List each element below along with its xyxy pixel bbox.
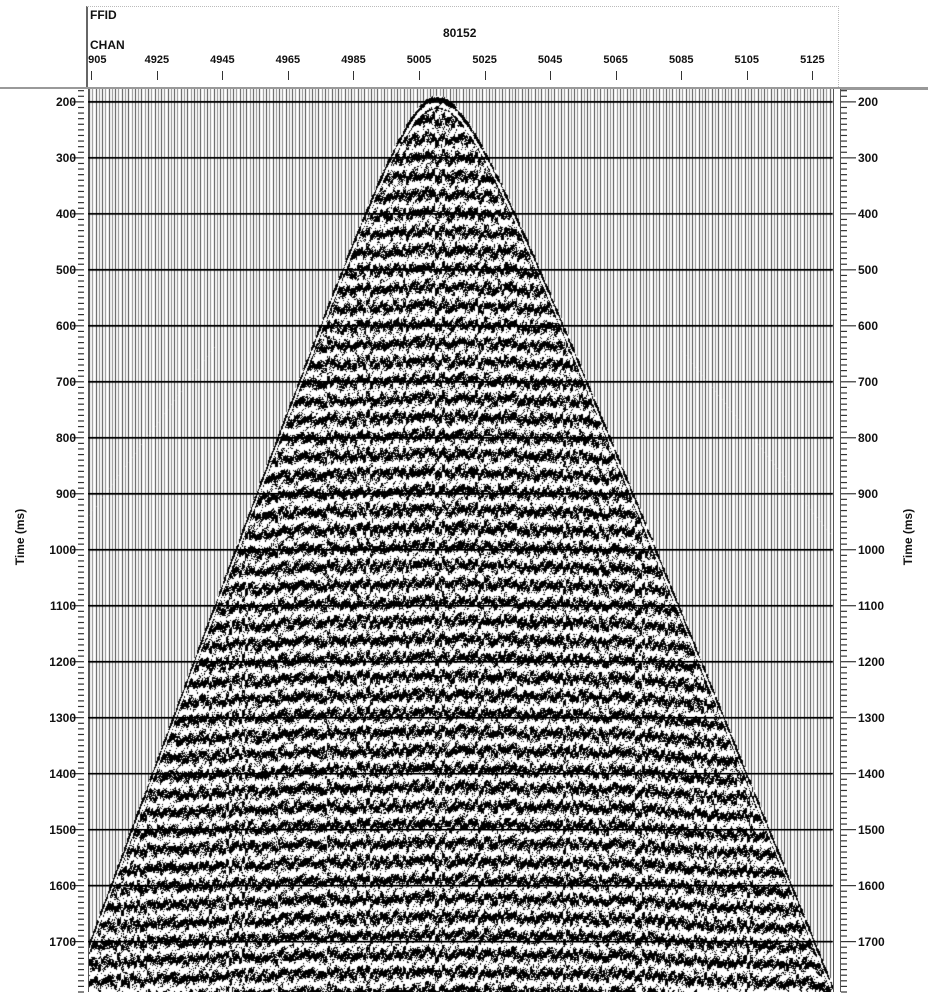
y-tick-label-right: 500 (858, 262, 879, 277)
y-tick-label-right: 600 (858, 318, 879, 333)
x-tick-mark (681, 71, 683, 80)
y-tick-label-left: 1100 (49, 598, 76, 613)
x-tick-label: 5105 (734, 54, 760, 66)
x-tick-mark (353, 71, 355, 80)
right-time-axis-line (840, 89, 841, 992)
y-tick-label-left: 1300 (49, 710, 76, 725)
y-tick-label-left: 400 (55, 206, 76, 221)
y-tick-label-left: 900 (55, 486, 76, 501)
x-tick-label: 5125 (800, 54, 825, 66)
y-tick-label-left: 1600 (49, 878, 76, 893)
y-tick-label-right: 1400 (858, 766, 885, 781)
x-tick-label: 905 (88, 54, 107, 66)
y-tick-label-left: 500 (55, 262, 76, 277)
x-tick-mark (287, 71, 289, 80)
y-tick-label-right: 1200 (858, 654, 885, 669)
y-axis-title-left: Time (ms) (13, 508, 28, 566)
x-tick-label: 4945 (210, 54, 235, 66)
x-tick-mark (222, 71, 224, 80)
x-tick-mark (156, 71, 158, 80)
x-tick-mark (615, 71, 617, 80)
x-tick-label: 5085 (668, 54, 694, 66)
y-tick-label-left: 300 (55, 150, 76, 165)
y-tick-label-left: 600 (55, 318, 76, 333)
x-tick-mark (550, 71, 552, 80)
y-tick-label-left: 700 (55, 374, 76, 389)
y-tick-label-left: 1700 (49, 934, 76, 949)
y-tick-label-left: 1400 (49, 766, 76, 781)
x-tick-label: 5045 (537, 54, 563, 66)
x-tick-mark (812, 71, 814, 80)
y-tick-label-right: 900 (858, 486, 879, 501)
x-tick-label: 4965 (275, 54, 301, 66)
y-tick-label-right: 1100 (858, 598, 885, 613)
y-tick-label-right: 400 (858, 206, 879, 221)
ffid-value: 80152 (443, 26, 477, 40)
x-tick-mark (484, 71, 486, 80)
y-tick-label-right: 300 (858, 150, 879, 165)
right-top-rule (840, 88, 928, 90)
y-tick-label-right: 200 (858, 94, 879, 109)
seismic-plot-area[interactable] (88, 89, 834, 992)
y-tick-label-left: 200 (55, 94, 76, 109)
x-tick-mark (91, 71, 93, 80)
chan-label: CHAN (90, 38, 125, 52)
x-tick-label: 5065 (603, 54, 628, 66)
y-tick-label-left: 1500 (49, 822, 76, 837)
x-tick-mark (746, 71, 748, 80)
y-tick-label-right: 1300 (858, 710, 885, 725)
ffid-label: FFID (90, 8, 117, 22)
y-tick-label-right: 700 (858, 374, 879, 389)
y-tick-label-right: 1600 (858, 878, 885, 893)
x-tick-mark (419, 71, 421, 80)
y-tick-label-left: 800 (55, 430, 76, 445)
y-tick-label-right: 1500 (858, 822, 885, 837)
x-tick-label: 5005 (406, 54, 432, 66)
x-tick-label: 4925 (144, 54, 170, 66)
y-axis-title-right: Time (ms) (901, 508, 916, 566)
y-tick-label-left: 1200 (49, 654, 76, 669)
x-tick-label: 5025 (472, 54, 497, 66)
y-tick-label-right: 1700 (858, 934, 885, 949)
seismic-gather-canvas[interactable] (89, 89, 833, 992)
trace-header-box (86, 6, 839, 87)
y-tick-label-right: 1000 (858, 542, 885, 557)
y-tick-label-left: 1000 (49, 542, 76, 557)
y-tick-label-right: 800 (858, 430, 879, 445)
x-tick-label: 4985 (341, 54, 366, 66)
